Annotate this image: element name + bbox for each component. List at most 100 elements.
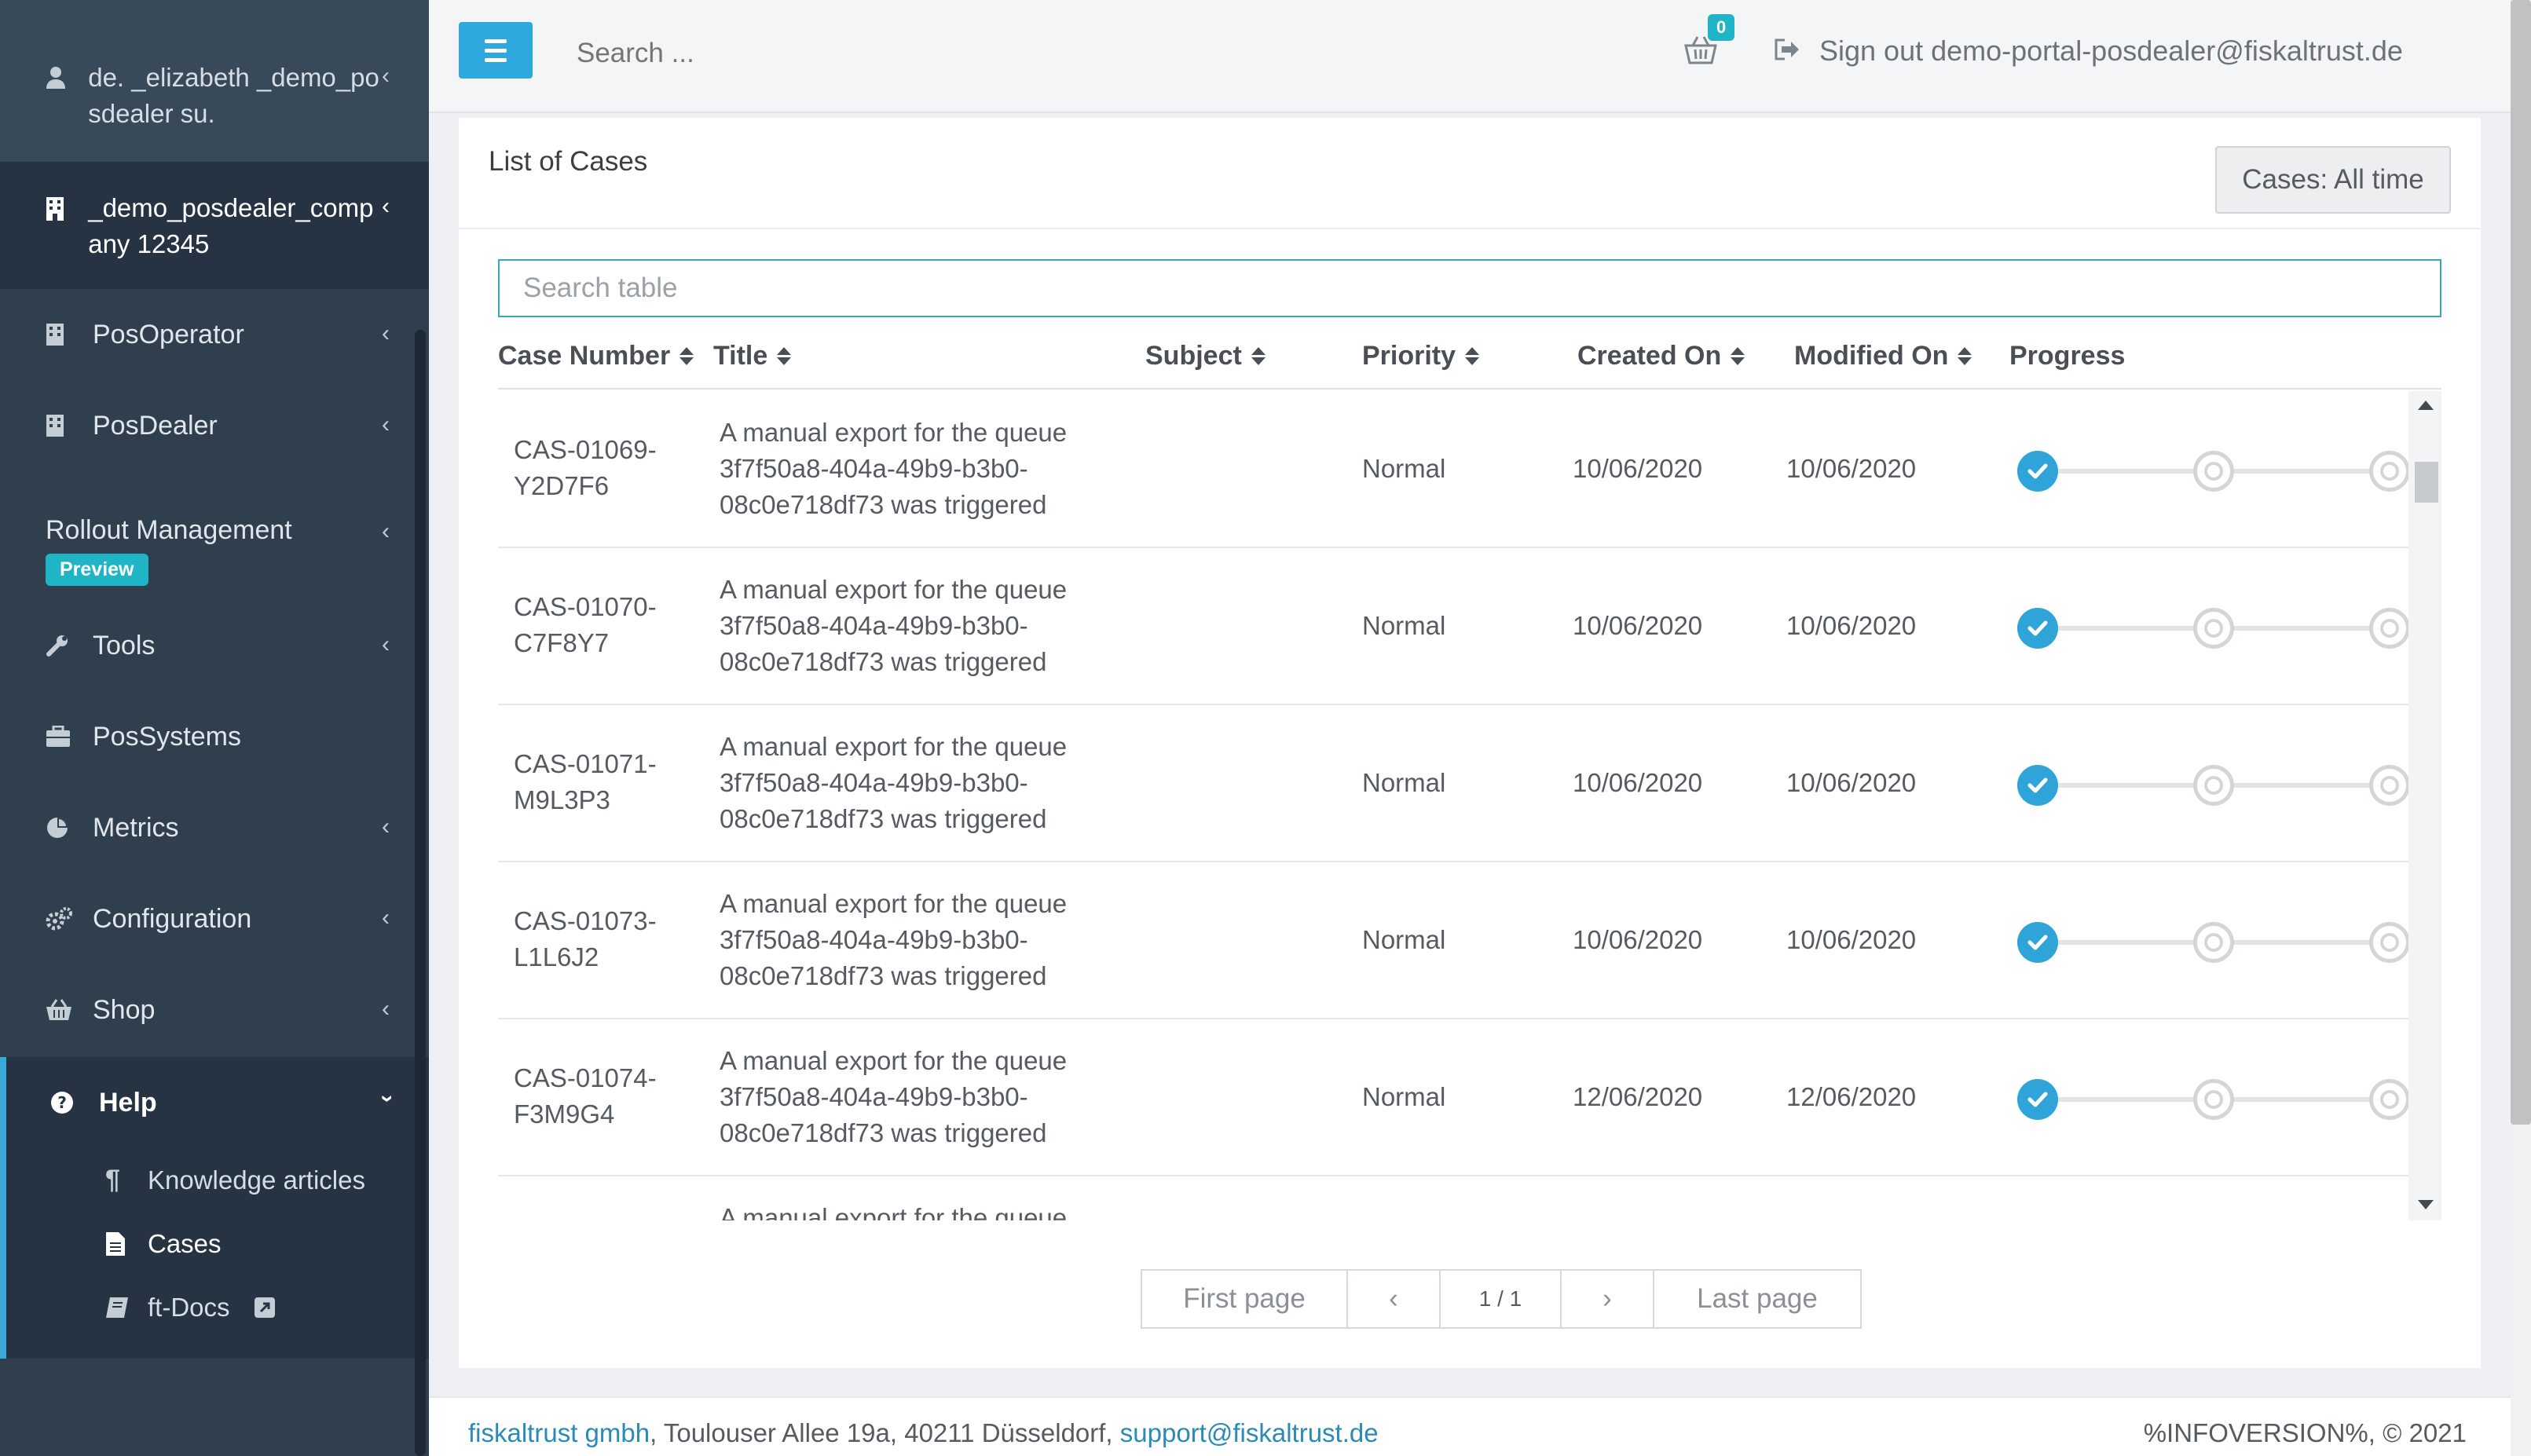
check-circle-icon [2017,1079,2058,1120]
divider [459,228,2481,229]
prev-page-button[interactable]: ‹ [1346,1269,1441,1329]
sidebar-item-help[interactable]: ? Help ‹ [6,1057,429,1148]
modified-on-cell: 10/06/2020 [1786,611,1917,640]
priority-cell: Normal [1362,925,1446,954]
table-row[interactable]: A manual export for the queue [498,1176,2408,1220]
support-email-link[interactable]: support@fiskaltrust.de [1120,1418,1379,1447]
column-label: Progress [2009,341,2126,371]
sidebar-item-label: Configuration [93,903,252,934]
page-scrollbar[interactable] [2511,0,2531,1456]
chevron-left-icon: ‹ [382,63,390,89]
svg-text:?: ? [57,1093,67,1112]
column-header-subject[interactable]: Subject [1145,341,1266,371]
external-link-icon [254,1297,276,1319]
first-page-button[interactable]: First page [1141,1269,1348,1329]
pending-step-icon [2369,451,2410,492]
global-search-input[interactable] [577,38,1048,69]
sidebar-item-metrics[interactable]: Metrics ‹ [0,782,429,873]
title-cell: A manual export for the queue 3f7f50a8-40… [720,418,1068,519]
sidebar-item-possystems[interactable]: PosSystems [0,691,429,782]
company-link[interactable]: fiskaltrust gmbh [468,1418,650,1447]
topbar: 0 Sign out demo-portal-posdealer@fiskalt… [429,0,2511,113]
sidebar-item-posdealer[interactable]: PosDealer ‹ [0,380,429,471]
sidebar-item-shop[interactable]: Shop ‹ [0,964,429,1055]
wrench-icon [46,634,93,657]
cases-timeframe-button[interactable]: Cases: All time [2215,146,2451,214]
column-label: Title [713,341,768,371]
pending-step-icon [2193,765,2234,806]
column-header-title[interactable]: Title [713,341,792,371]
modified-on-cell: 10/06/2020 [1786,925,1917,954]
case-number-cell: CAS-01073- L1L6J2 [514,906,657,971]
menu-toggle-button[interactable] [459,22,533,79]
briefcase-icon [46,726,93,748]
sidebar-subitem-knowledge-articles[interactable]: ¶ Knowledge articles [6,1148,429,1212]
case-number-cell: CAS-01070- C7F8Y7 [514,592,657,657]
sidebar-item-label: Rollout Management [46,515,292,545]
sidebar-item-posoperator[interactable]: PosOperator ‹ [0,289,429,380]
preview-badge: Preview [46,554,148,586]
basket-icon [46,998,93,1022]
table-row[interactable]: CAS-01069- Y2D7F6 A manual export for the … [498,391,2410,548]
building-icon [46,190,88,229]
page-scrollbar-thumb[interactable] [2511,0,2531,1125]
sidebar-scrollbar[interactable] [415,330,426,1456]
chevron-left-icon: ‹ [382,320,390,346]
table-row[interactable]: CAS-01070- C7F8Y7 A manual export for the … [498,548,2410,705]
next-page-button[interactable]: › [1560,1269,1654,1329]
footer: fiskaltrust gmbh, Toulouser Allee 19a, 4… [429,1396,2511,1456]
sidebar-subitem-cases[interactable]: Cases [6,1212,429,1275]
sort-icon [777,347,792,365]
scrollbar-thumb[interactable] [2415,462,2438,503]
scroll-down-icon[interactable] [2418,1200,2434,1209]
sidebar-item-tools[interactable]: Tools ‹ [0,600,429,691]
table-row[interactable]: CAS-01071- M9L3P3 A manual export for the … [498,705,2410,862]
pagination: First page ‹ 1 / 1 › Last page [1141,1269,1862,1329]
column-header-priority[interactable]: Priority [1362,341,1480,371]
sidebar-subitem-label: Cases [148,1228,222,1258]
check-circle-icon [2017,922,2058,963]
table-search-input[interactable] [498,259,2441,317]
column-label: Created On [1577,341,1722,371]
priority-cell: Normal [1362,1082,1446,1111]
sidebar-item-label: Shop [93,994,156,1025]
sort-icon [1465,347,1480,365]
sort-icon [1251,347,1266,365]
sidebar-user-label: de. _elizabeth _demo_posdealer su. [88,63,379,128]
paragraph-icon: ¶ [105,1165,120,1194]
table-scrollbar[interactable] [2408,391,2441,1220]
priority-cell: Normal [1362,768,1446,797]
title-cell: A manual export for the queue 3f7f50a8-40… [720,889,1068,990]
sidebar-item-rollout-management[interactable]: Rollout Management Preview ‹ [0,471,429,600]
sort-icon [1958,347,1972,365]
column-header-progress: Progress [2009,341,2125,371]
last-page-button[interactable]: Last page [1653,1269,1862,1329]
scroll-up-icon[interactable] [2418,401,2434,410]
signout-link[interactable]: Sign out demo-portal-posdealer@fiskaltru… [1774,35,2403,68]
sidebar-user[interactable]: de. _elizabeth _demo_posdealer su. ‹ [0,0,429,162]
sidebar-subitem-ft-docs[interactable]: ft-Docs [6,1275,429,1339]
sidebar-item-label: Tools [93,630,156,660]
column-header-created-on[interactable]: Created On [1577,341,1745,371]
sidebar-company[interactable]: _demo_posdealer_company 12345 ‹ [0,162,429,289]
table-row[interactable]: CAS-01073- L1L6J2 A manual export for the … [498,862,2410,1019]
pending-step-icon [2369,1079,2410,1120]
case-number-cell: CAS-01074- F3M9G4 [514,1063,657,1129]
chevron-left-icon: ‹ [382,412,390,437]
building-icon [46,323,93,346]
sidebar: de. _elizabeth _demo_posdealer su. ‹ _de… [0,0,429,1456]
sign-out-icon [1774,35,1800,68]
column-header-case-number[interactable]: Case Number [498,341,694,371]
column-header-modified-on[interactable]: Modified On [1794,341,1972,371]
sidebar-item-configuration[interactable]: Configuration ‹ [0,873,429,964]
modified-on-cell: 10/06/2020 [1786,454,1917,483]
table-row[interactable]: CAS-01074- F3M9G4 A manual export for the … [498,1019,2410,1176]
check-circle-icon [2017,608,2058,649]
sort-icon [679,347,694,365]
sidebar-item-label: Help [99,1087,157,1118]
created-on-cell: 10/06/2020 [1573,925,1703,954]
sidebar-help-group: ? Help ‹ ¶ Knowledge articles Cases ft-D… [0,1057,429,1359]
sidebar-item-label: PosOperator [93,319,244,349]
pending-step-icon [2369,765,2410,806]
sidebar-subitem-label: ft-Docs [148,1292,230,1322]
